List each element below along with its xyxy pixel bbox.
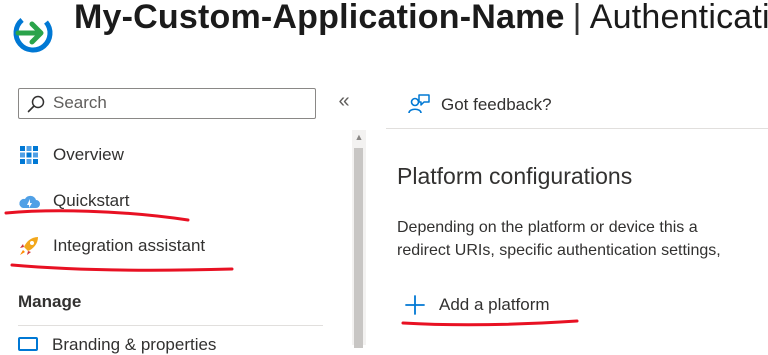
collapse-sidebar-button[interactable]: « [334,90,354,113]
feedback-person-icon [408,94,430,114]
app-name: My-Custom-Application-Name [74,0,565,36]
sidebar-item-quickstart[interactable]: Quickstart [18,186,130,216]
search-icon [27,95,45,113]
plus-icon [405,295,425,315]
branding-icon [18,337,38,351]
page-title: My-Custom-Application-Name|Authenticatio [74,0,768,37]
feedback-button[interactable]: Got feedback? [407,90,552,120]
title-separator: | [572,0,582,36]
scrollbar-thumb[interactable] [354,148,363,348]
description-line-1: Depending on the platform or device this… [397,219,698,236]
search-box[interactable] [18,88,316,119]
overview-grid-icon [18,144,40,166]
scroll-up-arrow-icon[interactable]: ▲ [352,132,366,142]
section-title: Platform configurations [397,163,633,189]
cloud-quickstart-icon [18,190,40,212]
sidebar-item-label: Quickstart [53,191,130,210]
sidebar-item-integration-assistant[interactable]: Integration assistant [18,231,205,261]
blade-title: Authenticatio [589,0,768,36]
add-platform-button[interactable]: Add a platform [404,290,550,320]
description-line-2: redirect URIs, specific authentication s… [397,242,721,259]
sidebar-item-branding[interactable]: Branding & properties [52,335,216,355]
add-platform-label: Add a platform [439,295,550,314]
feedback-label: Got feedback? [441,95,552,114]
sidebar-item-label: Integration assistant [53,236,206,255]
sidebar-item-label: Overview [53,145,124,164]
app-registration-logo-icon [13,13,53,53]
manage-section-header: Manage [18,292,82,311]
search-input[interactable] [53,92,303,114]
toolbar-divider [386,128,768,129]
rocket-icon [18,235,40,257]
sidebar-divider [18,325,323,326]
sidebar-item-overview[interactable]: Overview [18,140,124,170]
